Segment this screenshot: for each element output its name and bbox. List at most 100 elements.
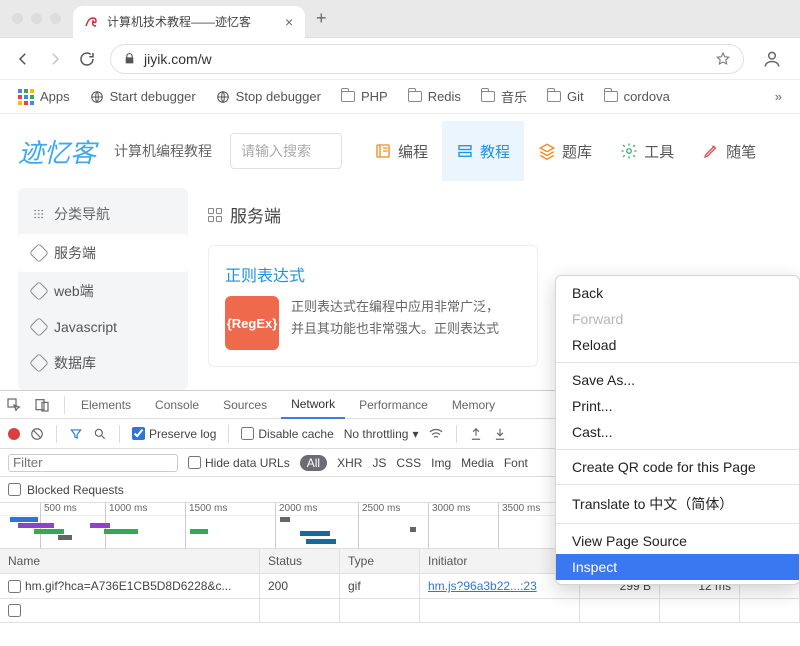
blocked-requests-checkbox[interactable] (8, 483, 21, 496)
reload-icon[interactable] (78, 50, 96, 68)
bookmark-cordova[interactable]: cordova (604, 89, 670, 104)
filter-js[interactable]: JS (372, 456, 386, 470)
filter-funnel-icon[interactable] (69, 427, 83, 441)
sidebar-item-web[interactable]: web端 (18, 272, 188, 310)
filter-xhr[interactable]: XHR (337, 456, 362, 470)
cell-name[interactable] (0, 599, 260, 623)
cell-name[interactable]: hm.gif?hca=A736E1CB5D8D6228&c... (0, 574, 260, 599)
download-icon[interactable] (493, 427, 507, 441)
nav-tutorial[interactable]: 教程 (442, 121, 524, 181)
ctx-translate[interactable]: Translate to 中文（简体） (556, 489, 799, 519)
bookmarks-overflow-icon[interactable]: » (775, 89, 782, 104)
devtools-tab-performance[interactable]: Performance (349, 391, 438, 419)
ctx-create-qr[interactable]: Create QR code for this Page (556, 454, 799, 480)
cell-empty (340, 599, 420, 623)
close-window-dot[interactable] (12, 13, 23, 24)
filter-media[interactable]: Media (461, 456, 494, 470)
sidebar-item-server[interactable]: 服务端 (18, 234, 188, 272)
inspect-element-icon[interactable] (6, 397, 30, 413)
col-type[interactable]: Type (340, 549, 420, 574)
ctx-cast[interactable]: Cast... (556, 419, 799, 445)
address-bar[interactable]: jiyik.com/w (110, 44, 744, 74)
bookmark-label: PHP (361, 89, 388, 104)
device-toggle-icon[interactable] (34, 397, 58, 413)
ctx-print[interactable]: Print... (556, 393, 799, 419)
search-icon[interactable] (93, 427, 107, 441)
sidebar-item-label: 数据库 (54, 353, 96, 373)
browser-tab[interactable]: 计算机技术教程——迹忆客 × (73, 6, 305, 38)
col-status[interactable]: Status (260, 549, 340, 574)
filter-img[interactable]: Img (431, 456, 451, 470)
request-name: hm.gif?hca=A736E1CB5D8D6228&c... (25, 579, 231, 593)
devtools-tab-network[interactable]: Network (281, 391, 345, 419)
col-name[interactable]: Name (0, 549, 260, 574)
row-checkbox[interactable] (8, 604, 21, 617)
nav-tools[interactable]: 工具 (606, 121, 688, 181)
tutorial-card-regex[interactable]: 正则表达式 {RegEx} 正则表达式在编程中应用非常广泛， 并且其功能也非常强… (208, 245, 538, 367)
bookmark-music[interactable]: 音乐 (481, 87, 527, 106)
tag-icon (29, 243, 49, 263)
cell-empty (660, 599, 740, 623)
star-icon[interactable] (715, 51, 731, 67)
devtools-tab-elements[interactable]: Elements (71, 391, 141, 419)
bookmark-redis[interactable]: Redis (408, 89, 461, 104)
site-subtitle: 计算机编程教程 (114, 141, 212, 161)
profile-icon[interactable] (758, 49, 786, 69)
site-search-input[interactable]: 请输入搜索 (230, 133, 342, 169)
ctx-separator (556, 484, 799, 485)
apps-shortcut[interactable]: Apps (18, 89, 70, 105)
nav-question-bank[interactable]: 题库 (524, 121, 606, 181)
tag-icon (29, 317, 49, 337)
apps-grid-icon (18, 89, 34, 105)
filter-input[interactable] (8, 454, 178, 472)
bookmark-start-debugger[interactable]: Start debugger (90, 89, 196, 104)
zoom-window-dot[interactable] (50, 13, 61, 24)
throttling-select[interactable]: No throttling ▾ (344, 427, 419, 441)
layers-icon (538, 142, 556, 160)
new-tab-button[interactable]: + (307, 8, 335, 29)
section-title-text: 服务端 (230, 202, 281, 227)
forward-icon[interactable] (46, 50, 64, 68)
sidebar-item-label: Javascript (54, 319, 117, 335)
cell-status: 200 (260, 574, 340, 599)
filter-all[interactable]: All (300, 455, 327, 471)
nav-code[interactable]: 编程 (360, 121, 442, 181)
nav-essay[interactable]: 随笔 (688, 121, 770, 181)
filter-font[interactable]: Font (504, 456, 528, 470)
ctx-view-source[interactable]: View Page Source (556, 528, 799, 554)
clear-icon[interactable] (30, 427, 44, 441)
sidebar-item-database[interactable]: 数据库 (18, 344, 188, 382)
section-title: 服务端 (208, 202, 782, 227)
cell-empty (740, 599, 800, 623)
preserve-log-checkbox[interactable]: Preserve log (132, 427, 216, 441)
throttling-label: No throttling (344, 427, 409, 441)
sidebar-item-javascript[interactable]: Javascript (18, 310, 188, 344)
devtools-tab-console[interactable]: Console (145, 391, 209, 419)
ctx-back[interactable]: Back (556, 280, 799, 306)
record-icon[interactable] (8, 428, 20, 440)
nav-label: 题库 (562, 141, 592, 162)
ctx-inspect[interactable]: Inspect (556, 554, 799, 580)
filter-css[interactable]: CSS (396, 456, 421, 470)
checkbox-label: Preserve log (149, 427, 216, 441)
hide-data-urls-checkbox[interactable]: Hide data URLs (188, 456, 290, 470)
browser-toolbar: jiyik.com/w (0, 38, 800, 80)
chevron-down-icon: ▾ (412, 427, 418, 441)
bookmark-git[interactable]: Git (547, 89, 584, 104)
site-logo[interactable]: 迹忆客 (18, 133, 96, 170)
row-checkbox[interactable] (8, 580, 21, 593)
wifi-icon[interactable] (428, 426, 444, 442)
upload-icon[interactable] (469, 427, 483, 441)
disable-cache-checkbox[interactable]: Disable cache (241, 427, 333, 441)
bookmark-label: 音乐 (501, 87, 527, 106)
back-icon[interactable] (14, 50, 32, 68)
cell-empty (420, 599, 580, 623)
ctx-save-as[interactable]: Save As... (556, 367, 799, 393)
devtools-tab-memory[interactable]: Memory (442, 391, 505, 419)
bookmark-stop-debugger[interactable]: Stop debugger (216, 89, 321, 104)
ctx-reload[interactable]: Reload (556, 332, 799, 358)
minimize-window-dot[interactable] (31, 13, 42, 24)
bookmark-php[interactable]: PHP (341, 89, 388, 104)
devtools-tab-sources[interactable]: Sources (213, 391, 277, 419)
tab-close-icon[interactable]: × (285, 14, 293, 30)
